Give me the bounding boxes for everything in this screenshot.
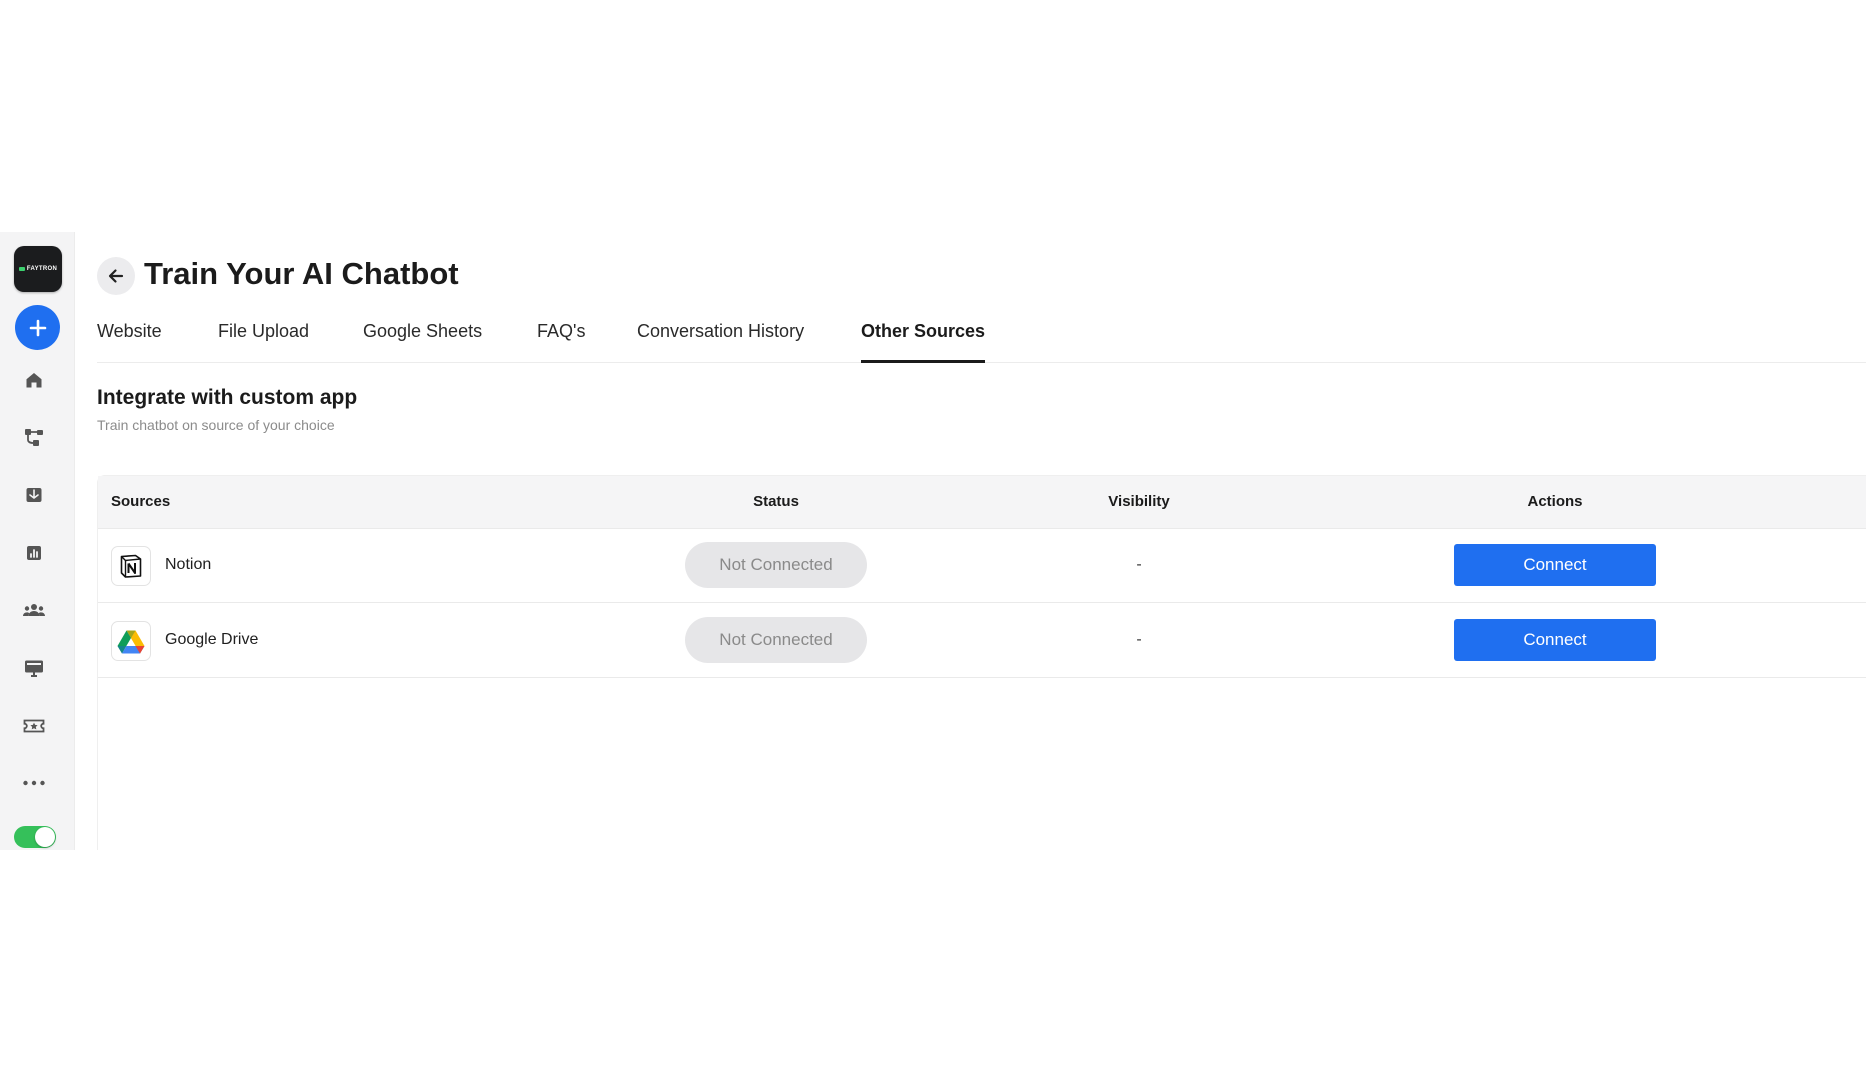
table-header: Sources Status Visibility Actions — [98, 476, 1866, 529]
sidebar-item-inbox[interactable] — [19, 480, 49, 510]
status-badge: Not Connected — [685, 617, 867, 663]
connect-notion-button[interactable]: Connect — [1454, 544, 1656, 586]
sidebar-item-tickets[interactable] — [19, 711, 49, 741]
column-header-visibility: Visibility — [1108, 493, 1170, 510]
connect-google-drive-button[interactable]: Connect — [1454, 619, 1656, 661]
notion-icon-tile — [111, 546, 151, 586]
inbox-icon — [26, 488, 42, 502]
google-drive-icon-tile — [111, 621, 151, 661]
section-subtitle: Train chatbot on source of your choice — [97, 417, 335, 433]
visibility-value: - — [1136, 631, 1142, 648]
tab-faqs[interactable]: FAQ's — [537, 320, 585, 362]
source-name: Notion — [165, 556, 212, 573]
logo-mark-icon — [18, 267, 25, 271]
team-icon — [23, 604, 45, 616]
main-content: Train Your AI Chatbot Website File Uploa… — [97, 232, 1866, 850]
sidebar-item-flows[interactable] — [19, 422, 49, 452]
column-header-status: Status — [753, 493, 799, 510]
page-title: Train Your AI Chatbot — [144, 256, 459, 291]
table-row: Google Drive Not Connected - Connect — [98, 603, 1866, 678]
tab-bar: Website File Upload Google Sheets FAQ's … — [97, 320, 1866, 363]
status-badge: Not Connected — [685, 542, 867, 588]
brand-logo[interactable]: FAYTRON — [14, 246, 62, 292]
tab-google-sheets[interactable]: Google Sheets — [363, 320, 482, 362]
tab-file-upload[interactable]: File Upload — [218, 320, 309, 362]
flow-icon — [25, 429, 43, 446]
table-row: Notion Not Connected - Connect — [98, 528, 1866, 603]
source-name: Google Drive — [165, 631, 259, 648]
monitor-icon — [25, 660, 43, 677]
more-icon — [23, 780, 45, 786]
arrow-left-icon — [108, 269, 124, 283]
column-header-sources: Sources — [111, 493, 171, 510]
tab-website[interactable]: Website — [97, 320, 162, 362]
sidebar-item-team[interactable] — [19, 595, 49, 625]
sources-table: Sources Status Visibility Actions Notion… — [97, 475, 1866, 850]
column-header-actions: Actions — [1527, 493, 1583, 510]
logo-wordmark: FAYTRON — [18, 266, 58, 272]
chart-icon — [27, 546, 41, 560]
back-button[interactable] — [97, 257, 135, 295]
tab-other-sources[interactable]: Other Sources — [861, 320, 986, 363]
tab-conversation-history[interactable]: Conversation History — [637, 320, 804, 362]
toggle-knob — [35, 827, 55, 847]
plus-icon — [29, 319, 46, 336]
create-new-button[interactable] — [15, 305, 60, 350]
google-drive-icon — [117, 630, 145, 654]
ticket-icon — [23, 719, 45, 733]
section-title: Integrate with custom app — [97, 386, 358, 409]
status-toggle[interactable] — [14, 826, 56, 848]
sidebar-item-home[interactable] — [19, 365, 49, 395]
visibility-value: - — [1136, 556, 1142, 573]
notion-icon — [120, 554, 142, 578]
app-window: FAYTRON Train Your AI Chatbot Website Fi… — [0, 232, 1866, 850]
sidebar-item-analytics[interactable] — [19, 538, 49, 568]
logo-text: FAYTRON — [26, 266, 58, 272]
sidebar: FAYTRON — [0, 232, 75, 850]
sidebar-item-more[interactable] — [19, 768, 49, 798]
home-icon — [26, 373, 42, 388]
sidebar-item-training[interactable] — [19, 653, 49, 683]
